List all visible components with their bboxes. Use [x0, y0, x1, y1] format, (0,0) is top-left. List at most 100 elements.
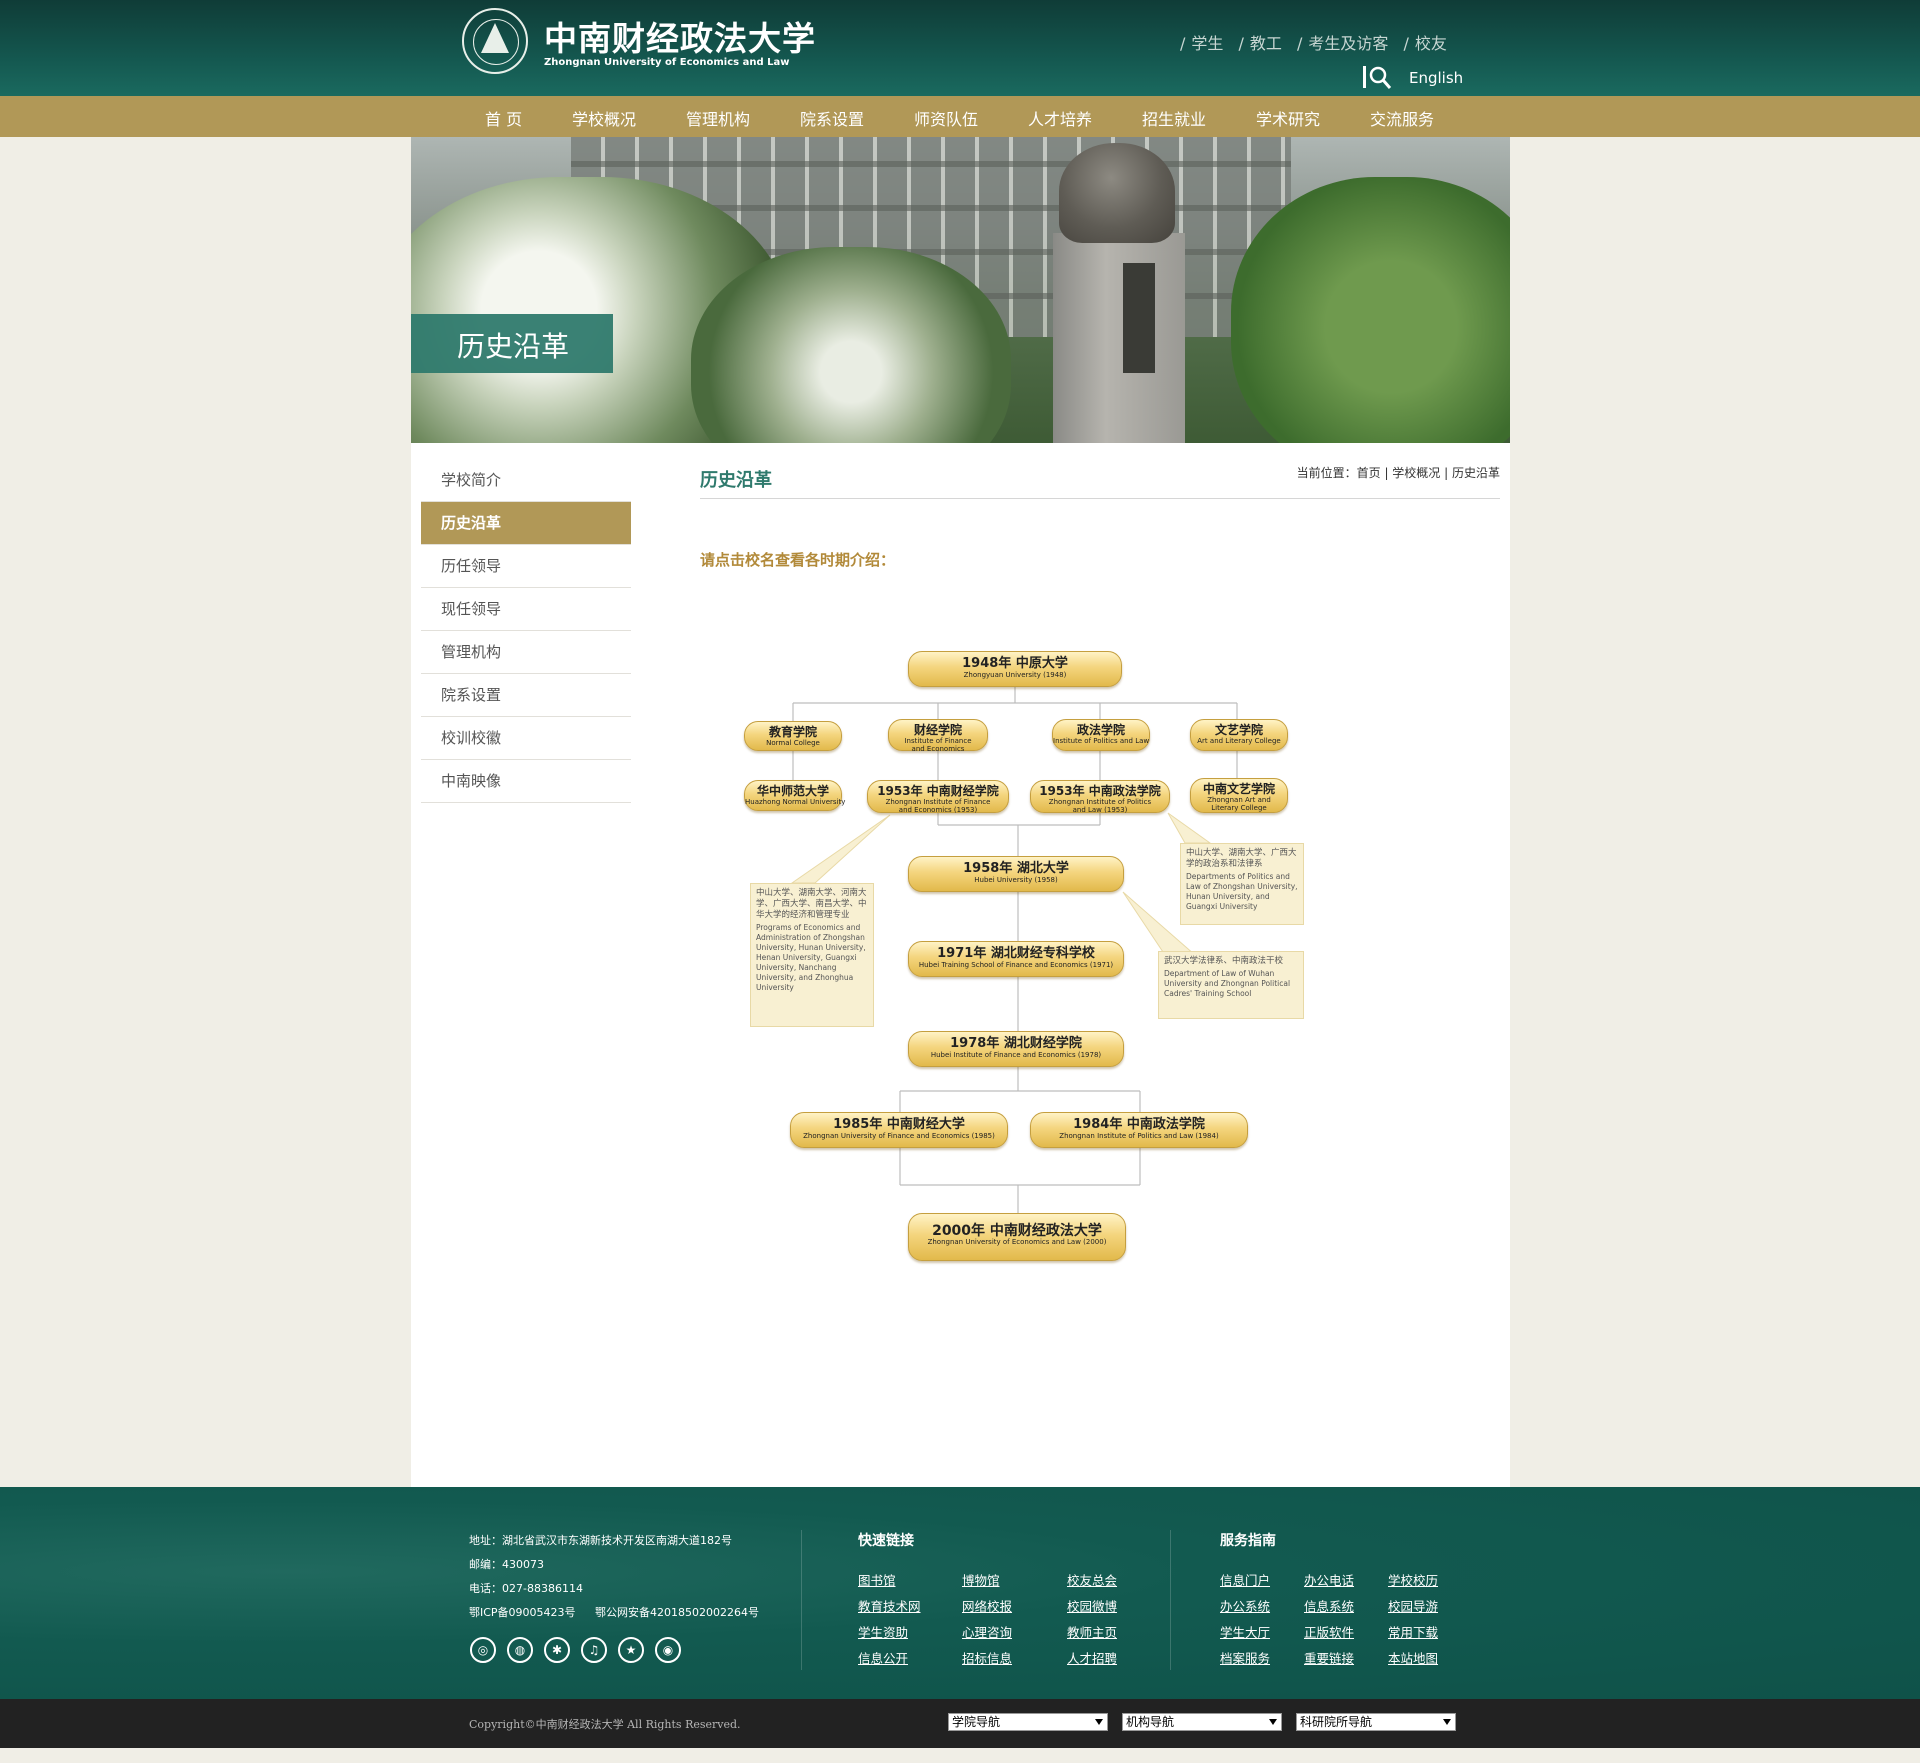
- quick-link-info-public[interactable]: 信息公开: [858, 1648, 908, 1667]
- service-guide-title: 服务指南: [1220, 1533, 1276, 1549]
- camera-icon[interactable]: ◉: [655, 1637, 681, 1663]
- top-link-students[interactable]: 学生: [1191, 34, 1223, 53]
- copyright: Copyright©中南财经政法大学 All Rights Reserved.: [469, 1718, 741, 1731]
- research-nav-select[interactable]: 科研院所导航: [1296, 1713, 1456, 1731]
- chevron-down-icon: [1443, 1719, 1451, 1725]
- top-link-staff[interactable]: 教工: [1250, 34, 1282, 53]
- service-link-downloads[interactable]: 常用下载: [1388, 1622, 1438, 1641]
- timeline-node-2000[interactable]: 2000年 中南财经政法大学 Zhongnan University of Eco…: [908, 1213, 1126, 1261]
- nav-item-education[interactable]: 人才培养: [1028, 106, 1092, 130]
- timeline-node-huazhong-normal[interactable]: 华中师范大学 Huazhong Normal University: [744, 780, 845, 811]
- quick-link-weibo[interactable]: 校园微博: [1067, 1596, 1117, 1615]
- nav-item-research[interactable]: 学术研究: [1256, 106, 1320, 130]
- timeline-node-1948[interactable]: 1948年 中原大学 Zhongyuan University (1948): [908, 651, 1122, 687]
- sidebar-item-motto-emblem[interactable]: 校训校徽: [421, 717, 631, 760]
- page-bottom-strip: [0, 1748, 1920, 1763]
- weibo-icon[interactable]: ◎: [470, 1637, 496, 1663]
- quick-link-edu-tech[interactable]: 教育技术网: [858, 1596, 921, 1615]
- nav-item-departments[interactable]: 院系设置: [800, 106, 864, 130]
- chevron-down-icon: [1095, 1719, 1103, 1725]
- timeline-node-art-college[interactable]: 文艺学院 Art and Literary College: [1190, 719, 1288, 751]
- quick-link-counseling[interactable]: 心理咨询: [962, 1622, 1012, 1641]
- nav-item-home[interactable]: 首 页: [485, 106, 522, 130]
- service-link-info-system[interactable]: 信息系统: [1304, 1596, 1354, 1615]
- page-title: 历史沿革: [700, 470, 772, 491]
- footer-postcode: 邮编：430073: [469, 1558, 544, 1571]
- quick-link-tender[interactable]: 招标信息: [962, 1648, 1012, 1667]
- timeline-note-finance-sources: 中山大学、湖南大学、河南大学、广西大学、南昌大学、中华大学的经济和管理专业 Pro…: [750, 883, 874, 1027]
- nav-item-admission[interactable]: 招生就业: [1142, 106, 1206, 130]
- footer-divider: [1170, 1530, 1171, 1670]
- sidebar-item-history[interactable]: 历史沿革: [421, 502, 631, 545]
- timeline-node-1953-politics-law[interactable]: 1953年 中南政法学院 Zhongnan Institute of Politi…: [1030, 780, 1170, 814]
- top-links: / 学生 / 教工 / 考生及访客 / 校友: [1180, 34, 1447, 53]
- quick-link-teacher-home[interactable]: 教师主页: [1067, 1622, 1117, 1641]
- wechat-icon[interactable]: ◍: [507, 1637, 533, 1663]
- quick-link-online-paper[interactable]: 网络校报: [962, 1596, 1012, 1615]
- sidebar-item-departments[interactable]: 院系设置: [421, 674, 631, 717]
- nav-item-exchange[interactable]: 交流服务: [1370, 106, 1434, 130]
- top-link-visitors[interactable]: 考生及访客: [1308, 34, 1388, 53]
- quick-link-museum[interactable]: 博物馆: [962, 1570, 1000, 1589]
- sidebar-menu: 学校简介 历史沿革 历任领导 现任领导 管理机构 院系设置 校训校徽 中南映像: [421, 459, 631, 803]
- timeline-note-1984-sources: 武汉大学法律系、中南政法干校 Department of Law of Wuhan…: [1158, 951, 1304, 1019]
- breadcrumb-current: 历史沿革: [1451, 466, 1500, 480]
- sidebar-item-intro[interactable]: 学校简介: [421, 459, 631, 502]
- top-link-alumni[interactable]: 校友: [1415, 34, 1447, 53]
- douyin-icon[interactable]: ♫: [581, 1637, 607, 1663]
- breadcrumb-label: 当前位置：: [1296, 466, 1357, 480]
- sidebar-item-past-leaders[interactable]: 历任领导: [421, 545, 631, 588]
- timeline-node-1984[interactable]: 1984年 中南政法学院 Zhongnan Institute of Politi…: [1030, 1112, 1248, 1148]
- timeline-node-1971[interactable]: 1971年 湖北财经专科学校 Hubei Training School of F…: [908, 941, 1124, 977]
- timeline-node-politics-law-institute[interactable]: 政法学院 Institute of Politics and Law: [1052, 719, 1150, 751]
- service-link-portal[interactable]: 信息门户: [1220, 1570, 1270, 1589]
- college-nav-select-value: 学院导航: [952, 1715, 1001, 1729]
- site-logo[interactable]: 中南财经政法大学 Zhongnan University of Economic…: [462, 8, 815, 80]
- toutiao-icon[interactable]: ✱: [544, 1637, 570, 1663]
- quick-link-recruit[interactable]: 人才招聘: [1067, 1648, 1117, 1667]
- service-link-office[interactable]: 办公系统: [1220, 1596, 1270, 1615]
- org-nav-select-value: 机构导航: [1126, 1715, 1175, 1729]
- timeline-note-politics-law-sources: 中山大学、湖南大学、广西大学的政治系和法律系 Departments of Pol…: [1180, 843, 1304, 925]
- service-link-software[interactable]: 正版软件: [1304, 1622, 1354, 1641]
- nav-item-admin[interactable]: 管理机构: [686, 106, 750, 130]
- timeline-node-1985[interactable]: 1985年 中南财经大学 Zhongnan University of Finan…: [790, 1112, 1008, 1148]
- nav-item-faculty[interactable]: 师资队伍: [914, 106, 978, 130]
- sidebar-item-gallery[interactable]: 中南映像: [421, 760, 631, 803]
- org-nav-select[interactable]: 机构导航: [1122, 1713, 1282, 1731]
- history-timeline: 1948年 中原大学 Zhongyuan University (1948) 教育…: [740, 645, 1320, 1265]
- main-nav: 首 页 学校概况 管理机构 院系设置 师资队伍 人才培养 招生就业 学术研究 交…: [0, 96, 1920, 137]
- logo-chinese-name: 中南财经政法大学: [544, 19, 816, 58]
- banner-title: 历史沿革: [457, 330, 570, 363]
- service-link-calendar[interactable]: 学校校历: [1388, 1570, 1438, 1589]
- timeline-node-zhongnan-art[interactable]: 中南文艺学院 Zhongnan Art and Literary College: [1190, 778, 1288, 813]
- college-nav-select[interactable]: 学院导航: [948, 1713, 1108, 1731]
- footer-police-record[interactable]: 鄂公网安备42018502002264号: [595, 1604, 759, 1620]
- nav-item-about[interactable]: 学校概况: [572, 106, 636, 130]
- research-nav-select-value: 科研院所导航: [1300, 1715, 1373, 1729]
- language-switch[interactable]: English: [1409, 69, 1463, 87]
- quick-link-alumni[interactable]: 校友总会: [1067, 1570, 1117, 1589]
- service-link-phone[interactable]: 办公电话: [1304, 1570, 1354, 1589]
- timeline-node-finance-institute[interactable]: 财经学院 Institute of Finance and Economics: [888, 719, 988, 753]
- footer-icp[interactable]: 鄂ICP备09005423号: [469, 1604, 576, 1620]
- service-link-campus-tour[interactable]: 校园导游: [1388, 1596, 1438, 1615]
- timeline-node-1953-finance[interactable]: 1953年 中南财经学院 Zhongnan Institute of Financ…: [867, 780, 1009, 814]
- timeline-node-1958[interactable]: 1958年 湖北大学 Hubei University (1958): [908, 856, 1124, 892]
- timeline-node-normal-college[interactable]: 教育学院 Normal College: [744, 721, 842, 751]
- service-link-important[interactable]: 重要链接: [1304, 1648, 1354, 1667]
- timeline-node-1978[interactable]: 1978年 湖北财经学院 Hubei Institute of Finance a…: [908, 1031, 1124, 1067]
- quick-link-library[interactable]: 图书馆: [858, 1570, 896, 1589]
- service-link-student-hall[interactable]: 学生大厅: [1220, 1622, 1270, 1641]
- quick-link-student-aid[interactable]: 学生资助: [858, 1622, 908, 1641]
- breadcrumb-about[interactable]: 学校概况: [1392, 466, 1440, 480]
- breadcrumb-home[interactable]: 首页: [1357, 466, 1381, 480]
- star-icon[interactable]: ★: [618, 1637, 644, 1663]
- sidebar-item-current-leaders[interactable]: 现任领导: [421, 588, 631, 631]
- sidebar-item-admin[interactable]: 管理机构: [421, 631, 631, 674]
- service-link-archives[interactable]: 档案服务: [1220, 1648, 1270, 1667]
- service-link-sitemap[interactable]: 本站地图: [1388, 1648, 1438, 1667]
- title-divider: [700, 498, 1500, 499]
- footer-phone: 电话：027-88386114: [469, 1582, 583, 1595]
- search-icon[interactable]: [1362, 64, 1392, 90]
